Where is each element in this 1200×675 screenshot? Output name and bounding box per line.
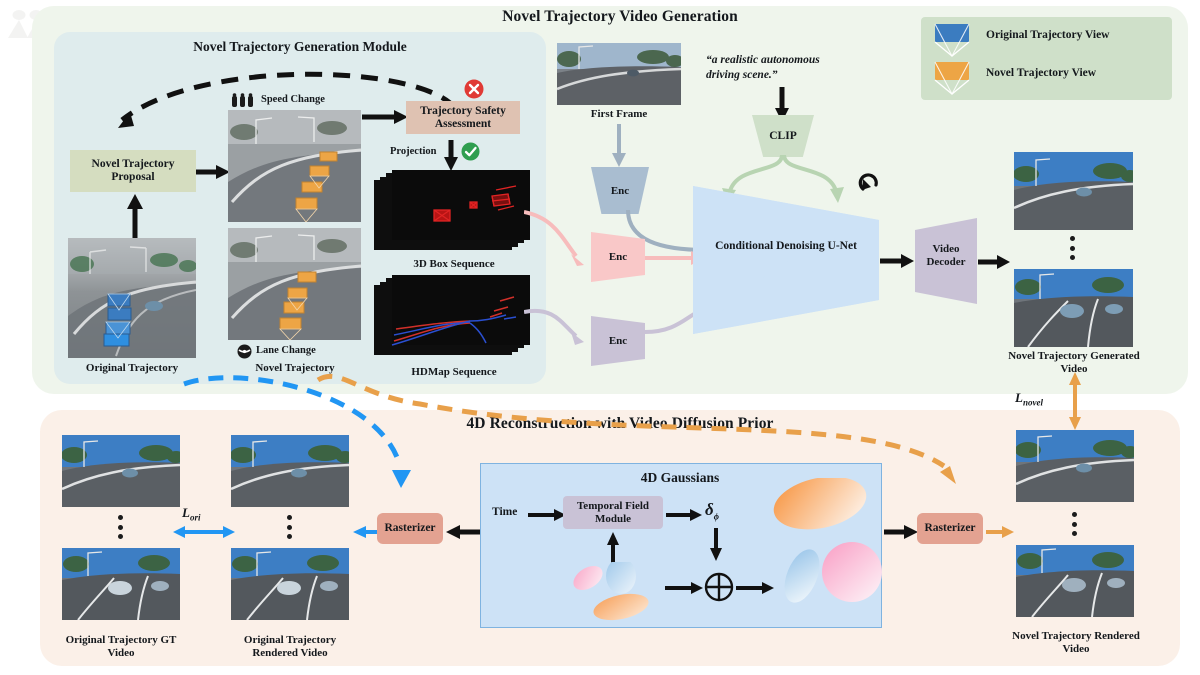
loss-novel-label: Lnovel bbox=[1015, 390, 1043, 408]
speed-change-label: Speed Change bbox=[261, 94, 325, 105]
camera-frustum-icon bbox=[934, 23, 970, 57]
lane-change-label: Lane Change bbox=[256, 345, 316, 356]
box-condition-encoder-label: Enc bbox=[608, 251, 628, 263]
first-frame-image bbox=[557, 43, 681, 105]
temporal-field-module-label: Temporal Field Module bbox=[576, 499, 649, 525]
loss-novel-subscript: novel bbox=[1022, 397, 1043, 408]
video-decoder-label: Video Decoder bbox=[926, 243, 966, 268]
legend-item-novel-label: Novel Trajectory View bbox=[986, 67, 1097, 79]
3d-box-sequence-caption: 3D Box Sequence bbox=[413, 258, 495, 270]
arrow-hdmap-to-cond-enc bbox=[524, 308, 584, 345]
loss-ori-label: Lori bbox=[182, 505, 200, 523]
rendered-video-frame-2 bbox=[231, 548, 349, 620]
arrow-first-frame-to-enc bbox=[612, 124, 626, 167]
rendered-video-caption: Original Trajectory Rendered Video bbox=[243, 634, 337, 659]
rasterizer-right-button[interactable]: Rasterizer bbox=[917, 513, 983, 544]
rendered-video-frame-1 bbox=[231, 435, 349, 507]
rasterizer-left-label: Rasterizer bbox=[384, 522, 436, 534]
arrow-right-rasterizer-to-novel-rendered bbox=[986, 526, 1014, 538]
projection-label: Projection bbox=[390, 146, 437, 157]
first-frame-caption: First Frame bbox=[590, 108, 648, 120]
arrow-temporal-module-to-delta bbox=[666, 509, 702, 521]
arrow-to-safety-assessment bbox=[362, 110, 408, 124]
clip-label: CLIP bbox=[769, 130, 797, 142]
text-prompt: “a realistic autonomous driving scene.” bbox=[706, 54, 820, 81]
circled-plus-icon bbox=[704, 572, 734, 602]
novel-rendered-ellipsis bbox=[1071, 512, 1077, 536]
hdmap-sequence-stack bbox=[374, 275, 530, 355]
gt-video-frame-2 bbox=[62, 548, 180, 620]
rasterizer-right-label: Rasterizer bbox=[924, 522, 976, 534]
unet-label: Conditional Denoising U-Net bbox=[715, 240, 857, 252]
steering-wheel-icon bbox=[237, 344, 252, 359]
arrow-projection-down bbox=[444, 140, 458, 171]
recycle-loop-icon bbox=[858, 173, 878, 191]
rendered-video-ellipsis bbox=[286, 515, 292, 539]
camera-frustum-icon bbox=[934, 61, 970, 95]
gt-video-ellipsis bbox=[117, 515, 123, 539]
temporal-field-module-box[interactable]: Temporal Field Module bbox=[563, 496, 663, 529]
time-label: Time bbox=[492, 506, 518, 518]
cross-circle-icon bbox=[464, 79, 484, 99]
trajectory-safety-assessment-label: Trajectory Safety Assessment bbox=[420, 104, 506, 130]
output-gaussian-blobs bbox=[773, 478, 882, 603]
map-condition-encoder-block[interactable]: Enc bbox=[591, 316, 645, 366]
novel-trajectory-proposal-box[interactable]: Novel Trajectory Proposal bbox=[70, 150, 196, 192]
generated-video-frame-1 bbox=[1014, 152, 1133, 230]
loss-novel-double-arrow bbox=[1069, 372, 1081, 430]
arrow-gaussians-to-temporal-module bbox=[607, 532, 619, 566]
arrow-rasterizer-to-rendered bbox=[353, 526, 379, 538]
arrow-time-to-temporal-module bbox=[528, 509, 566, 521]
map-condition-encoder-label: Enc bbox=[608, 335, 628, 347]
legend-item-original-label: Original Trajectory View bbox=[986, 29, 1110, 41]
gt-video-caption: Original Trajectory GT Video bbox=[65, 634, 177, 659]
3d-box-sequence-stack bbox=[374, 170, 530, 250]
loss-novel-symbol: L bbox=[1015, 390, 1023, 405]
arrow-proposal-to-scenes bbox=[196, 165, 230, 179]
top-section-title: Novel Trajectory Video Generation bbox=[502, 8, 738, 25]
box-condition-encoder-block[interactable]: Enc bbox=[591, 232, 645, 282]
generated-video-frame-2 bbox=[1014, 269, 1133, 347]
arrow-decoder-to-video bbox=[978, 255, 1010, 269]
speedometer-icon bbox=[232, 93, 253, 107]
gt-video-frame-1 bbox=[62, 435, 180, 507]
delta-subscript: ϕ bbox=[713, 511, 719, 522]
check-circle-icon bbox=[461, 142, 480, 161]
generated-video-ellipsis bbox=[1069, 236, 1075, 260]
lane-change-scene-image bbox=[228, 228, 361, 340]
loss-ori-double-arrow bbox=[173, 526, 235, 538]
image-encoder-label: Enc bbox=[610, 184, 630, 197]
loss-ori-symbol: L bbox=[182, 505, 190, 520]
arrow-unet-to-decoder bbox=[880, 254, 914, 268]
arrow-boxes-to-cond-enc bbox=[524, 210, 584, 266]
original-trajectory-image bbox=[68, 238, 196, 358]
arrow-delta-down bbox=[710, 528, 722, 561]
novel-rendered-caption: Novel Trajectory Rendered Video bbox=[1012, 630, 1140, 655]
delta-symbol: δ bbox=[705, 500, 714, 519]
input-gaussian-blobs bbox=[573, 562, 649, 621]
rasterizer-left-button[interactable]: Rasterizer bbox=[377, 513, 443, 544]
arrow-blobs-to-sum bbox=[665, 582, 703, 594]
delta-phi-label: δϕ bbox=[705, 500, 719, 521]
novel-rendered-frame-1 bbox=[1016, 430, 1134, 502]
speed-change-scene-image bbox=[228, 110, 361, 222]
novel-rendered-frame-2 bbox=[1016, 545, 1134, 617]
arrow-gaussians-to-right-rasterizer bbox=[884, 525, 918, 539]
arrow-gaussians-to-left-rasterizer bbox=[446, 525, 482, 539]
arrow-original-to-proposal bbox=[127, 194, 143, 238]
novel-trajectory-proposal-label: Novel Trajectory Proposal bbox=[91, 158, 175, 183]
trajectory-safety-assessment-box[interactable]: Trajectory Safety Assessment bbox=[406, 101, 520, 134]
conditional-denoising-unet-block[interactable] bbox=[693, 186, 879, 334]
